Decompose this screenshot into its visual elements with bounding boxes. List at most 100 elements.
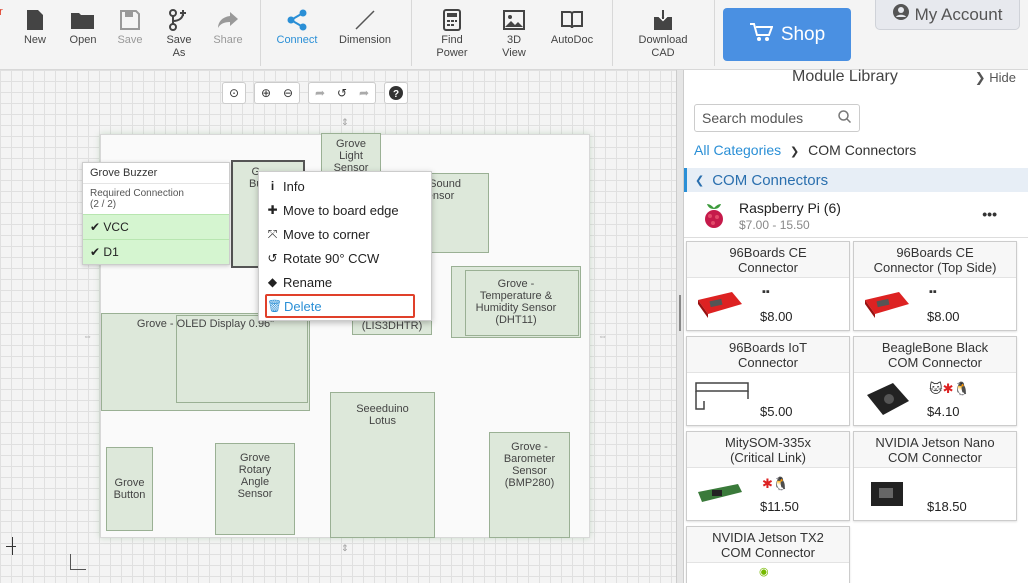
cart-icon <box>749 22 774 48</box>
share-button[interactable]: Share <box>200 6 256 47</box>
save-label: Save <box>117 34 143 46</box>
toolbar-divider <box>260 0 261 66</box>
save-as-button[interactable]: Save As <box>151 6 207 60</box>
download-cad-label: Download CAD <box>638 34 688 59</box>
branch-icon <box>151 6 207 34</box>
share-label: Share <box>213 34 243 46</box>
connection-pin-vcc[interactable]: ✔ VCC <box>83 214 229 239</box>
menu-item-move-to-corner[interactable]: ⤧ Move to corner <box>259 222 431 246</box>
resize-handle-right-icon[interactable]: ⇔ <box>598 331 607 341</box>
image-icon <box>486 6 542 34</box>
module-card-price: $11.50 <box>760 499 799 514</box>
trash-icon: 🗑 <box>267 299 283 313</box>
resize-handle-top-icon[interactable]: ⇕ <box>341 117 349 128</box>
menu-item-label: Move to board edge <box>283 202 399 218</box>
splitter-grip[interactable] <box>679 295 681 331</box>
shop-button[interactable]: Shop <box>723 8 851 61</box>
partial-toolbar-label: r <box>0 6 3 18</box>
menu-item-rename[interactable]: ◆ Rename <box>259 270 431 294</box>
vendor-logo-icon: ▪▪ <box>762 286 770 298</box>
zoom-in-icon[interactable]: ⊕ <box>255 83 277 103</box>
vendor-logos-icon: ✱🐧 <box>762 476 790 491</box>
download-box-icon <box>630 6 696 34</box>
menu-item-delete[interactable]: 🗑 Delete <box>265 294 415 318</box>
module-oled-outline <box>176 315 308 403</box>
info-icon: i <box>270 179 275 193</box>
dimension-button[interactable]: Dimension <box>334 6 396 47</box>
module-card-price: $4.10 <box>927 404 960 419</box>
crosshair-icon[interactable]: ⊙ <box>223 83 245 103</box>
library-header: Module Library ❯ Hide <box>684 68 1028 88</box>
corner-arrows-icon: ⤧ <box>267 226 278 241</box>
panel-splitter[interactable] <box>676 70 683 583</box>
user-circle-icon <box>892 4 909 25</box>
module-card[interactable]: 96Boards CE Connector (Top Side) ▪▪ $8.0… <box>853 241 1017 331</box>
menu-item-info[interactable]: i Info <box>259 174 431 198</box>
module-card-title: NVIDIA Jetson TX2 COM Connector <box>687 527 849 563</box>
hide-label: Hide <box>989 70 1016 85</box>
menu-item-label: Rename <box>283 274 333 290</box>
axis-marker <box>6 546 16 547</box>
module-card[interactable]: 96Boards CE Connector ▪▪ $8.00 <box>686 241 850 331</box>
design-canvas[interactable]: ⊙ ⊕ ⊖ ➦ ↺ ➦ ? ⇕ ⇔ ⇔ ⇕ Grove Light Sensor… <box>0 70 676 583</box>
search-placeholder: Search modules <box>702 110 804 126</box>
module-card[interactable]: NVIDIA Jetson TX2 COM Connector ◉ <box>686 526 850 583</box>
my-account-label: My Account <box>914 4 1003 24</box>
connect-label: Connect <box>276 34 318 46</box>
book-icon <box>544 6 600 34</box>
module-barometer[interactable]: Grove - Barometer Sensor (BMP280) <box>489 432 570 538</box>
breadcrumb: All Categories ❯ COM Connectors <box>694 142 916 158</box>
breadcrumb-all-categories[interactable]: All Categories <box>694 142 781 158</box>
module-seeeduino-lotus[interactable]: Seeeduino Lotus <box>330 392 435 538</box>
resize-handle-bottom-icon[interactable]: ⇕ <box>341 543 349 554</box>
module-card[interactable]: MitySOM-335x (Critical Link) ✱🐧 $11.50 <box>686 431 850 521</box>
module-card-price: $18.50 <box>927 499 967 514</box>
calculator-icon <box>424 6 480 34</box>
undo-icon[interactable]: ➦ <box>309 83 331 103</box>
share-arrow-icon <box>200 6 256 34</box>
rotate-ccw-icon: ↺ <box>267 251 278 265</box>
category-header[interactable]: ❮ COM Connectors <box>684 168 1028 192</box>
ruler-line-icon <box>334 6 396 34</box>
module-grove-button[interactable]: Grove Button <box>106 447 153 531</box>
module-card-title: 96Boards IoT Connector <box>687 337 849 373</box>
chevron-right-icon: ❯ <box>974 70 986 85</box>
breadcrumb-current: COM Connectors <box>808 142 917 158</box>
module-card[interactable]: 96Boards IoT Connector $5.00 <box>686 336 850 426</box>
connection-pin-d1[interactable]: ✔ D1 <box>83 239 229 264</box>
module-temp-humidity-outline <box>465 270 579 336</box>
save-as-label: Save As <box>166 34 192 59</box>
connect-nodes-icon <box>269 6 325 34</box>
connection-popup-subtitle: Required Connection (2 / 2) <box>90 188 184 210</box>
zoom-out-icon[interactable]: ⊖ <box>277 83 299 103</box>
resize-handle-left-icon[interactable]: ⇔ <box>83 331 92 341</box>
save-button[interactable]: Save <box>102 6 158 47</box>
pin-label: D1 <box>103 245 119 259</box>
library-title: Module Library <box>792 68 898 85</box>
featured-module-raspberry-pi[interactable]: Raspberry Pi (6) $7.00 - 15.50 ••• <box>684 194 1028 238</box>
module-card[interactable]: BeagleBone Black COM Connector 🐱✱🐧 $4.10 <box>853 336 1017 426</box>
hide-library-button[interactable]: ❯ Hide <box>975 70 1016 86</box>
module-card[interactable]: NVIDIA Jetson Nano COM Connector $18.50 <box>853 431 1017 521</box>
module-light-sensor[interactable]: Grove Light Sensor <box>321 133 381 174</box>
menu-item-rotate[interactable]: ↺ Rotate 90° CCW <box>259 246 431 270</box>
menu-item-move-to-board-edge[interactable]: ✚ Move to board edge <box>259 198 431 222</box>
rotate-history-icon[interactable]: ↺ <box>331 83 353 103</box>
connect-button[interactable]: Connect <box>269 6 325 47</box>
module-rotary-angle[interactable]: Grove Rotary Angle Sensor <box>215 443 295 535</box>
autodoc-button[interactable]: AutoDoc <box>544 6 600 47</box>
find-power-button[interactable]: Find Power <box>424 6 480 60</box>
redo-icon[interactable]: ➦ <box>353 83 375 103</box>
floppy-icon <box>102 6 158 34</box>
board-thumbnail-icon <box>861 286 913 326</box>
toolbar-divider <box>612 0 613 66</box>
context-menu: i Info ✚ Move to board edge ⤧ Move to co… <box>258 171 432 321</box>
more-options-icon[interactable]: ••• <box>982 206 997 222</box>
download-cad-button[interactable]: Download CAD <box>630 6 696 60</box>
my-account-button[interactable]: My Account <box>875 0 1020 30</box>
search-modules-input[interactable]: Search modules <box>694 104 860 132</box>
3d-view-button[interactable]: 3D View <box>486 6 542 60</box>
connection-popup-title: Grove Buzzer <box>83 163 229 184</box>
help-icon[interactable]: ? <box>385 83 407 103</box>
module-card-price: $8.00 <box>927 309 960 324</box>
